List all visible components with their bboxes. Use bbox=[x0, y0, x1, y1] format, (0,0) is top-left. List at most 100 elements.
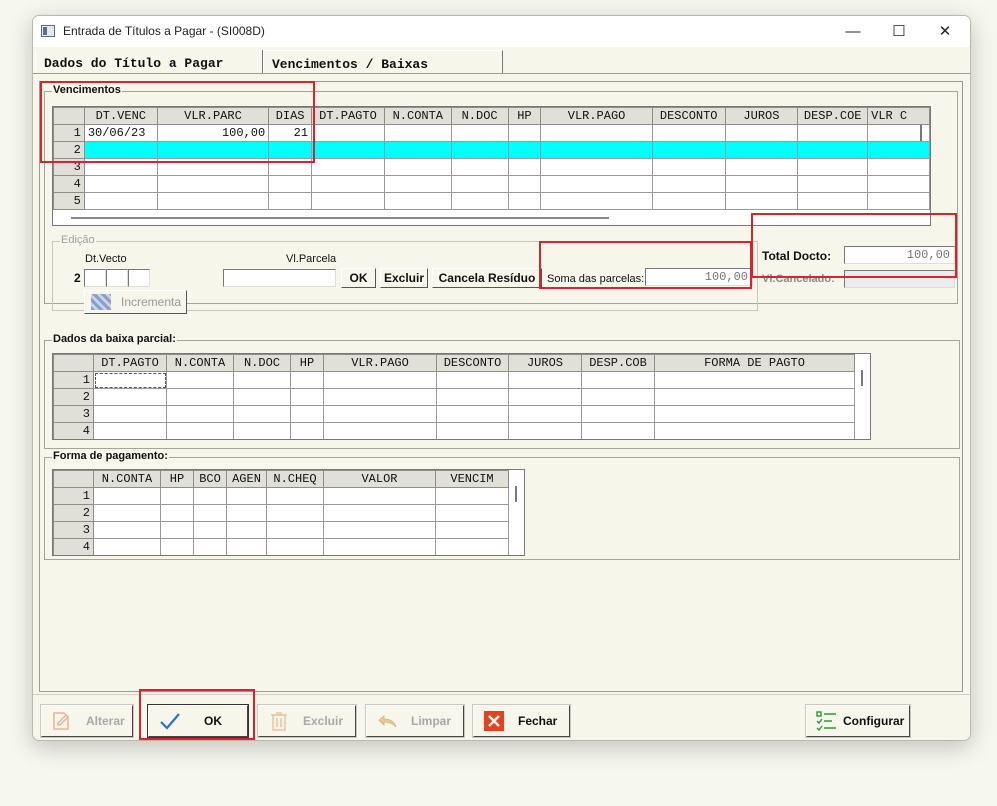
cell[interactable] bbox=[507, 124, 542, 142]
cell[interactable] bbox=[654, 388, 855, 406]
cell[interactable] bbox=[540, 192, 653, 210]
cell[interactable] bbox=[450, 158, 509, 176]
cell[interactable] bbox=[507, 175, 542, 193]
cell[interactable] bbox=[266, 487, 324, 505]
cell[interactable] bbox=[724, 124, 799, 142]
cell[interactable] bbox=[654, 422, 855, 439]
col-header[interactable]: N.CHEQ bbox=[266, 470, 324, 488]
excluir-button[interactable]: Excluir bbox=[257, 704, 357, 738]
table-row[interactable]: 4 bbox=[53, 422, 855, 439]
cell[interactable] bbox=[724, 158, 799, 176]
cell[interactable] bbox=[268, 192, 313, 210]
cell[interactable] bbox=[383, 141, 452, 159]
cell[interactable] bbox=[436, 371, 509, 389]
cell[interactable] bbox=[193, 504, 227, 522]
col-header[interactable]: HP bbox=[290, 354, 324, 372]
col-header[interactable]: VENCIM bbox=[435, 470, 509, 488]
cell[interactable] bbox=[323, 388, 437, 406]
cell[interactable] bbox=[311, 175, 385, 193]
cell[interactable] bbox=[581, 388, 655, 406]
col-header[interactable]: VALOR bbox=[323, 470, 436, 488]
cell[interactable] bbox=[867, 175, 930, 193]
col-header[interactable]: N.CONTA bbox=[383, 107, 452, 125]
cell[interactable] bbox=[654, 371, 855, 389]
cell[interactable] bbox=[166, 405, 234, 423]
col-header[interactable]: N.DOC bbox=[233, 354, 291, 372]
cell[interactable] bbox=[450, 141, 509, 159]
configurar-button[interactable]: Configurar bbox=[805, 704, 911, 738]
cell[interactable] bbox=[156, 175, 270, 193]
cell[interactable] bbox=[311, 124, 385, 142]
horizontal-scrollbar[interactable] bbox=[71, 217, 609, 219]
fechar-button[interactable]: Fechar bbox=[472, 704, 571, 738]
cell[interactable] bbox=[540, 158, 653, 176]
table-row[interactable]: 2 bbox=[53, 504, 509, 522]
minimize-button[interactable]: — bbox=[830, 16, 876, 47]
cancela-residuo-button[interactable]: Cancela Resíduo bbox=[432, 268, 542, 288]
cell[interactable] bbox=[156, 192, 270, 210]
cell[interactable] bbox=[383, 124, 452, 142]
cell[interactable] bbox=[383, 175, 452, 193]
table-row[interactable]: 4 bbox=[53, 538, 509, 555]
cell[interactable] bbox=[435, 487, 509, 505]
col-header[interactable]: DESCONTO bbox=[651, 107, 726, 125]
cell[interactable] bbox=[323, 371, 437, 389]
cell[interactable] bbox=[166, 422, 234, 439]
cell[interactable] bbox=[507, 192, 542, 210]
cell[interactable] bbox=[311, 192, 385, 210]
cell-focused[interactable] bbox=[93, 371, 167, 389]
cell[interactable] bbox=[268, 175, 313, 193]
cell[interactable] bbox=[160, 504, 194, 522]
cell[interactable] bbox=[867, 141, 930, 159]
cell[interactable] bbox=[508, 388, 582, 406]
cell[interactable] bbox=[507, 141, 542, 159]
cell[interactable] bbox=[508, 422, 582, 439]
table-row[interactable]: 1 bbox=[53, 487, 509, 505]
cell[interactable] bbox=[797, 192, 869, 210]
cell[interactable] bbox=[160, 487, 194, 505]
dt-vecto-day-field[interactable] bbox=[84, 269, 106, 287]
cell[interactable] bbox=[323, 521, 436, 539]
cell[interactable] bbox=[323, 405, 437, 423]
cell[interactable] bbox=[290, 422, 324, 439]
cell[interactable] bbox=[166, 388, 234, 406]
dt-vecto-year-field[interactable] bbox=[128, 269, 150, 287]
cell[interactable] bbox=[651, 175, 726, 193]
cell[interactable] bbox=[233, 405, 291, 423]
cell[interactable] bbox=[507, 158, 542, 176]
cell[interactable] bbox=[266, 521, 324, 539]
cell[interactable] bbox=[540, 124, 653, 142]
alterar-button[interactable]: Alterar bbox=[40, 704, 134, 738]
cell[interactable] bbox=[651, 124, 726, 142]
cell[interactable] bbox=[797, 175, 869, 193]
table-row[interactable]: 4 bbox=[53, 175, 930, 193]
cell[interactable] bbox=[233, 371, 291, 389]
vertical-scrollbar[interactable] bbox=[920, 125, 922, 141]
cell[interactable] bbox=[160, 538, 194, 555]
col-header[interactable]: N.CONTA bbox=[93, 470, 161, 488]
baixa-parcial-grid[interactable]: DT.PAGTO N.CONTA N.DOC HP VLR.PAGO DESCO… bbox=[52, 353, 871, 440]
cell[interactable] bbox=[93, 405, 167, 423]
cell[interactable] bbox=[166, 371, 234, 389]
cell[interactable] bbox=[450, 124, 509, 142]
cell[interactable] bbox=[508, 371, 582, 389]
col-header[interactable]: HP bbox=[507, 107, 542, 125]
col-header[interactable]: AGEN bbox=[226, 470, 267, 488]
col-header[interactable]: DT.PAGTO bbox=[311, 107, 385, 125]
vertical-scrollbar[interactable] bbox=[861, 370, 863, 386]
col-header[interactable]: N.CONTA bbox=[166, 354, 234, 372]
table-row[interactable]: 5 bbox=[53, 192, 930, 210]
cell[interactable] bbox=[797, 124, 869, 142]
tab-dados-do-titulo[interactable]: Dados do Título a Pagar bbox=[35, 50, 263, 73]
cell[interactable] bbox=[311, 158, 385, 176]
cell[interactable] bbox=[290, 388, 324, 406]
table-row[interactable]: 1 bbox=[53, 371, 855, 389]
cell[interactable] bbox=[450, 175, 509, 193]
cell[interactable] bbox=[435, 538, 509, 555]
col-header[interactable]: VLR C bbox=[867, 107, 930, 125]
cell[interactable] bbox=[266, 538, 324, 555]
cell[interactable] bbox=[323, 538, 436, 555]
cell[interactable] bbox=[226, 521, 267, 539]
col-header[interactable]: DESP.COB bbox=[581, 354, 655, 372]
cell[interactable] bbox=[651, 158, 726, 176]
